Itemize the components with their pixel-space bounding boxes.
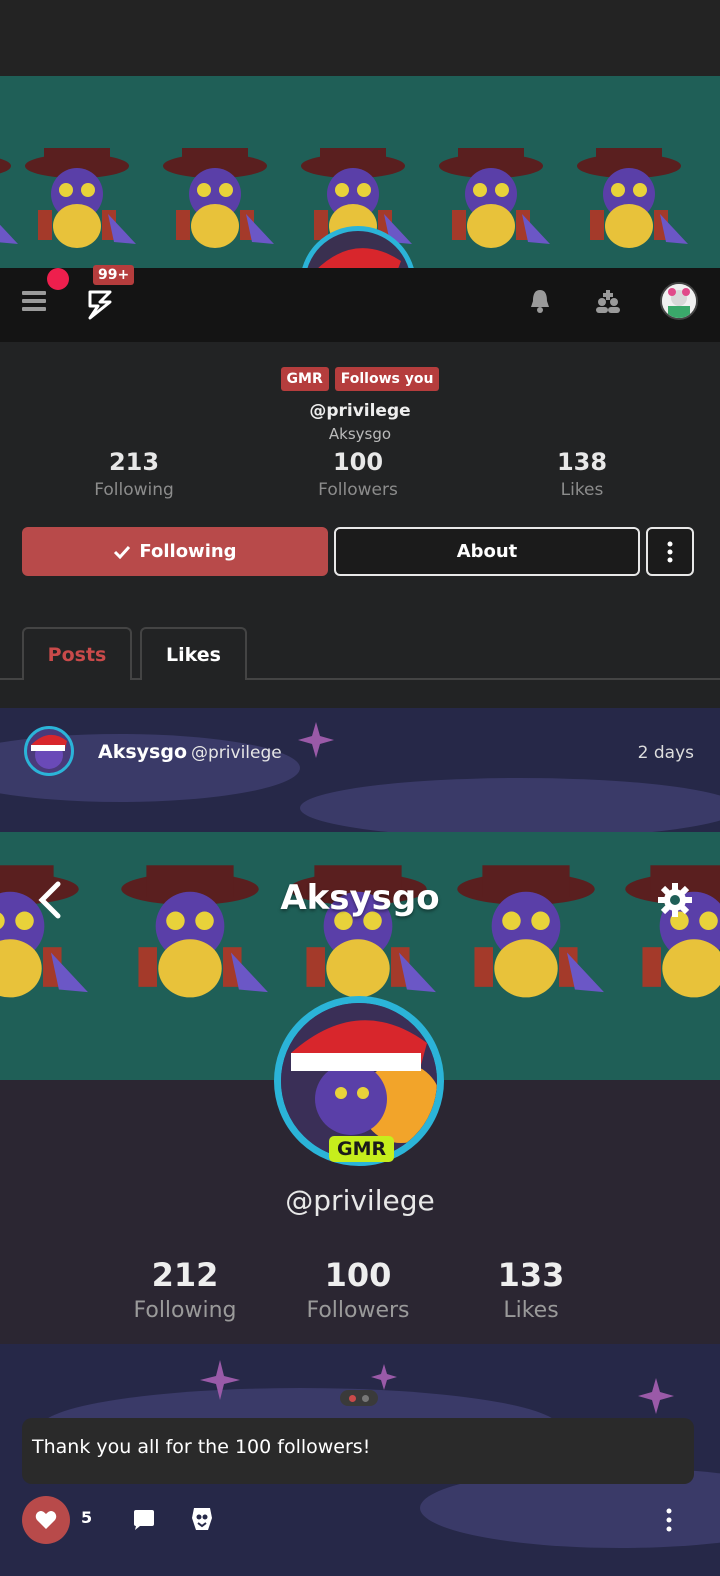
embed-title: Aksysgo [280,878,440,918]
santa-hat-icon [31,734,67,769]
stat-value: 100 [324,1256,392,1294]
follows-you-tag: Follows you [334,367,440,391]
page-dot-active [349,1394,356,1402]
post-author-handle: @privilege [191,743,282,763]
menu-icon[interactable] [22,291,46,315]
user-avatar[interactable] [660,282,698,320]
post-actions: 5 [0,1496,720,1556]
banner-sprite [0,158,18,244]
like-button[interactable] [22,1496,70,1544]
stat-likes[interactable]: 138 Likes [482,448,682,500]
gear-icon [658,883,692,917]
embed-stat-following: 212 Following [105,1256,265,1323]
stat-followers[interactable]: 100 Followers [258,448,458,500]
profile-tags: GMR Follows you [0,367,720,391]
stat-value: 100 [332,448,384,476]
stat-following[interactable]: 213 Following [34,448,234,500]
banner-sprite [577,148,688,248]
profile-display-name: Aksysgo [328,425,392,443]
status-bar [0,0,720,76]
embed-handle: @privilege [285,1184,435,1217]
top-navbar: 99+ [0,265,720,342]
following-button-label: Following [139,541,237,562]
stat-value: 213 [108,448,160,476]
embed-gmr-badge: GMR [329,1136,395,1162]
stat-label: Followers [306,1298,410,1323]
notification-dot [47,268,69,290]
vertical-dots-icon[interactable] [664,1508,674,1532]
stat-label: Following [133,1298,237,1323]
banner-sprite [439,148,550,248]
people-icon[interactable] [594,288,622,314]
stat-label: Likes [560,480,604,500]
vertical-dots-icon [667,541,673,562]
banner-sprite [163,148,274,248]
stat-label: Following [94,480,174,500]
embed-stat-likes: 133 Likes [451,1256,611,1323]
notification-count-badge: 99+ [93,265,135,285]
repost-icon[interactable] [190,1506,214,1532]
post-caption: Thank you all for the 100 followers! [22,1418,694,1484]
about-button[interactable]: About [334,527,640,576]
like-count: 5 [81,1508,93,1527]
banner-sprite [25,148,136,248]
post-timestamp: 2 days [637,743,694,763]
tab-posts-label: Posts [47,643,107,666]
post-card[interactable]: Aksysgo @privilege 2 days Aksysgo GMR @pr… [0,708,720,1576]
tab-likes[interactable]: Likes [140,627,247,680]
stat-value: 212 [151,1256,219,1294]
comment-icon[interactable] [132,1508,156,1532]
tab-likes-label: Likes [166,643,221,666]
post-author-display: Aksysgo [98,741,187,763]
more-options-button[interactable] [646,527,694,576]
post-image[interactable]: Aksysgo GMR @privilege 212 Following 100… [0,832,720,1344]
stat-value: 138 [556,448,608,476]
stat-label: Likes [503,1298,559,1323]
gmr-tag: GMR [280,367,329,391]
following-button[interactable]: Following [22,527,328,576]
post-author-name[interactable]: Aksysgo @privilege [98,741,282,763]
check-icon [114,545,131,559]
post-header: Aksysgo @privilege 2 days [0,708,720,832]
app-logo-icon[interactable] [86,288,114,320]
bell-icon[interactable] [528,288,552,314]
page-dot [362,1394,369,1402]
stat-value: 133 [497,1256,565,1294]
heart-icon [35,1511,57,1529]
about-button-label: About [456,541,518,562]
embed-stat-followers: 100 Followers [278,1256,438,1323]
stat-label: Followers [318,480,398,500]
tab-posts[interactable]: Posts [22,627,132,680]
profile-handle: @privilege [309,401,411,421]
image-pagination-dots[interactable] [340,1390,378,1406]
post-author-avatar[interactable] [24,726,74,776]
